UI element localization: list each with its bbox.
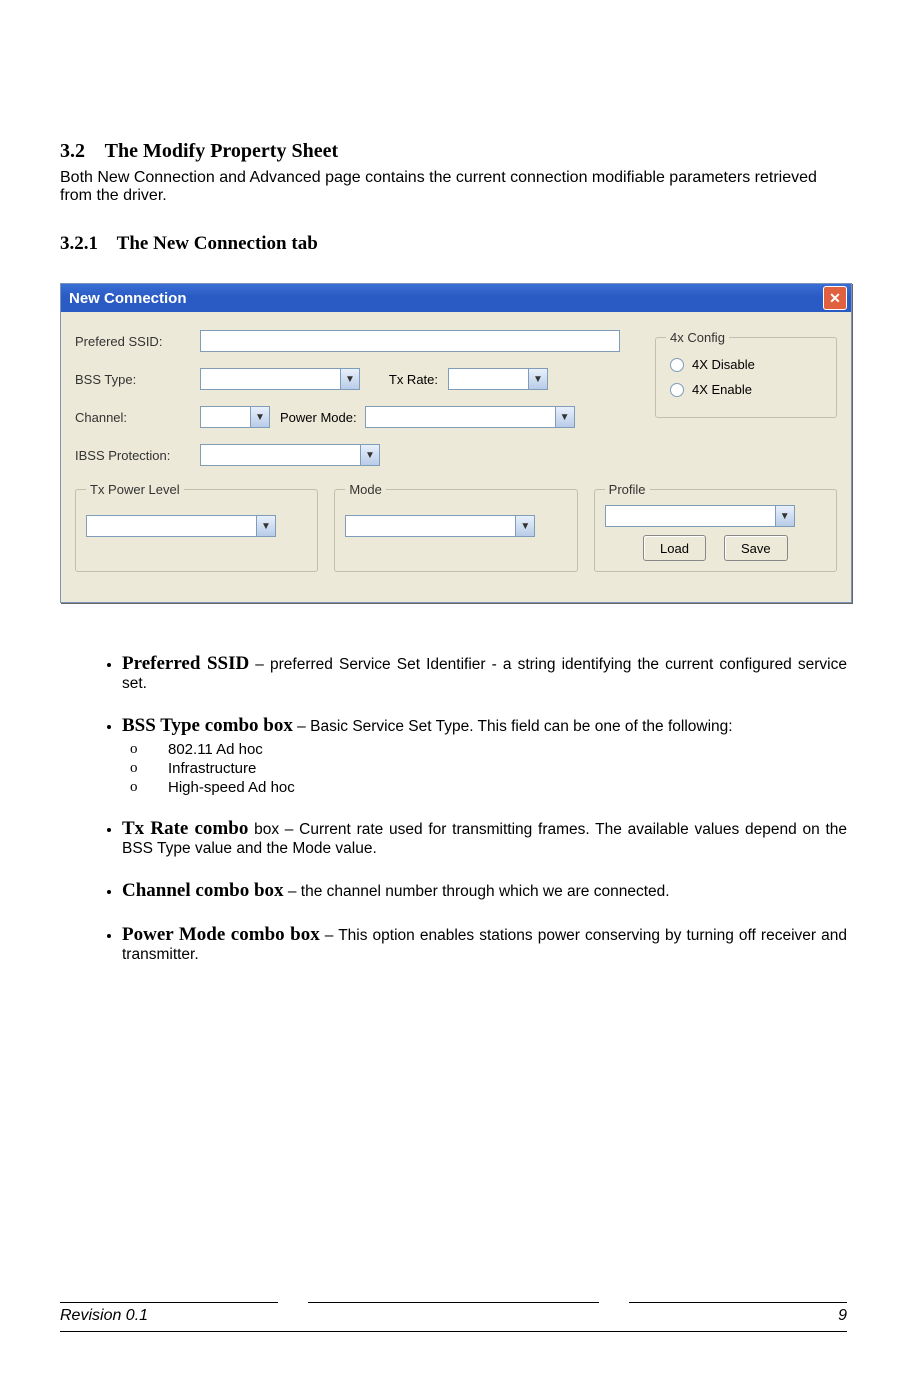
chevron-down-icon: ▼ (256, 516, 275, 536)
list-item: o High-speed Ad hoc (130, 779, 847, 796)
tx-rate-combo[interactable]: ▼ (448, 368, 548, 390)
subsection-title: The New Connection tab (117, 233, 318, 254)
list-item: o 802.11 Ad hoc (130, 741, 847, 758)
txrate-label: Tx Rate: (360, 372, 438, 387)
channel-label: Channel: (75, 410, 200, 425)
profile-legend: Profile (605, 482, 650, 497)
chevron-down-icon: ▼ (360, 445, 379, 465)
subsection-num: 3.2.1 (60, 233, 98, 254)
list-item: BSS Type combo box – Basic Service Set T… (122, 715, 847, 796)
power-label: Power Mode: (280, 410, 357, 425)
profile-group: Profile ▼ Load Save (594, 482, 837, 572)
tx-power-legend: Tx Power Level (86, 482, 184, 497)
fourx-config-group: 4x Config 4X Disable 4X Enable (655, 330, 837, 418)
list-item: Tx Rate combo box – Current rate used fo… (122, 818, 847, 858)
close-icon: ✕ (829, 290, 841, 307)
sub-text: 802.11 Ad hoc (168, 741, 263, 758)
bss-type-combo[interactable]: ▼ (200, 368, 360, 390)
ssid-label: Prefered SSID: (75, 334, 200, 349)
ibss-protection-combo[interactable]: ▼ (200, 444, 380, 466)
feature-desc: – Basic Service Set Type. This field can… (293, 718, 733, 735)
ibss-label: IBSS Protection: (75, 448, 200, 463)
sub-text: High-speed Ad hoc (168, 779, 295, 796)
channel-combo[interactable]: ▼ (200, 406, 270, 428)
page-footer: Revision 0.1 9 (60, 1300, 847, 1332)
tx-power-level-group: Tx Power Level ▼ (75, 482, 318, 572)
feature-list: Preferred SSID – preferred Service Set I… (60, 653, 847, 964)
footer-rule-long (60, 1331, 847, 1332)
chevron-down-icon: ▼ (340, 369, 359, 389)
feature-term: Preferred SSID (122, 653, 249, 674)
radio-icon (670, 358, 684, 372)
load-button[interactable]: Load (643, 535, 706, 561)
save-button[interactable]: Save (724, 535, 788, 561)
feature-term: Channel combo box (122, 880, 284, 901)
list-item: o Infrastructure (130, 760, 847, 777)
footer-rule (308, 1302, 599, 1303)
chevron-down-icon: ▼ (555, 407, 574, 427)
chevron-down-icon: ▼ (250, 407, 269, 427)
profile-combo[interactable]: ▼ (605, 505, 795, 527)
list-item: Power Mode combo box – This option enabl… (122, 924, 847, 964)
feature-term: Power Mode combo box (122, 924, 320, 945)
feature-term: Tx Rate combo (122, 818, 248, 839)
section-intro: Both New Connection and Advanced page co… (60, 169, 847, 205)
section-title: The Modify Property Sheet (105, 140, 339, 162)
chevron-down-icon: ▼ (528, 369, 547, 389)
footer-page: 9 (838, 1307, 847, 1325)
fourx-legend: 4x Config (666, 330, 729, 345)
feature-desc: – the channel number through which we ar… (284, 883, 670, 900)
bss-label: BSS Type: (75, 372, 200, 387)
sub-list: o 802.11 Ad hoc o Infrastructure o High-spe… (122, 741, 847, 796)
feature-term: BSS Type combo box (122, 715, 293, 736)
mode-combo[interactable]: ▼ (345, 515, 535, 537)
ssid-input[interactable] (200, 330, 620, 352)
new-connection-dialog: New Connection ✕ 4x Config 4X Disable 4X… (60, 283, 852, 603)
radio-4x-disable[interactable]: 4X Disable (670, 357, 826, 372)
dialog-titlebar: New Connection ✕ (61, 284, 851, 312)
list-item: Preferred SSID – preferred Service Set I… (122, 653, 847, 693)
sub-bullet: o (130, 741, 144, 758)
radio-4x-disable-label: 4X Disable (692, 357, 755, 372)
mode-legend: Mode (345, 482, 386, 497)
tx-power-level-combo[interactable]: ▼ (86, 515, 276, 537)
dialog-title: New Connection (69, 290, 187, 307)
footer-rule (60, 1302, 278, 1303)
radio-icon (670, 383, 684, 397)
footer-rule (629, 1302, 847, 1303)
subsection-heading: 3.2.1 The New Connection tab (60, 233, 847, 255)
power-mode-combo[interactable]: ▼ (365, 406, 575, 428)
close-button[interactable]: ✕ (823, 286, 847, 310)
section-num: 3.2 (60, 140, 85, 162)
footer-revision: Revision 0.1 (60, 1307, 148, 1325)
radio-4x-enable-label: 4X Enable (692, 382, 752, 397)
mode-group: Mode ▼ (334, 482, 577, 572)
section-heading: 3.2 The Modify Property Sheet (60, 140, 847, 163)
list-item: Channel combo box – the channel number t… (122, 880, 847, 902)
sub-bullet: o (130, 760, 144, 777)
sub-bullet: o (130, 779, 144, 796)
chevron-down-icon: ▼ (775, 506, 794, 526)
radio-4x-enable[interactable]: 4X Enable (670, 382, 826, 397)
chevron-down-icon: ▼ (515, 516, 534, 536)
sub-text: Infrastructure (168, 760, 256, 777)
